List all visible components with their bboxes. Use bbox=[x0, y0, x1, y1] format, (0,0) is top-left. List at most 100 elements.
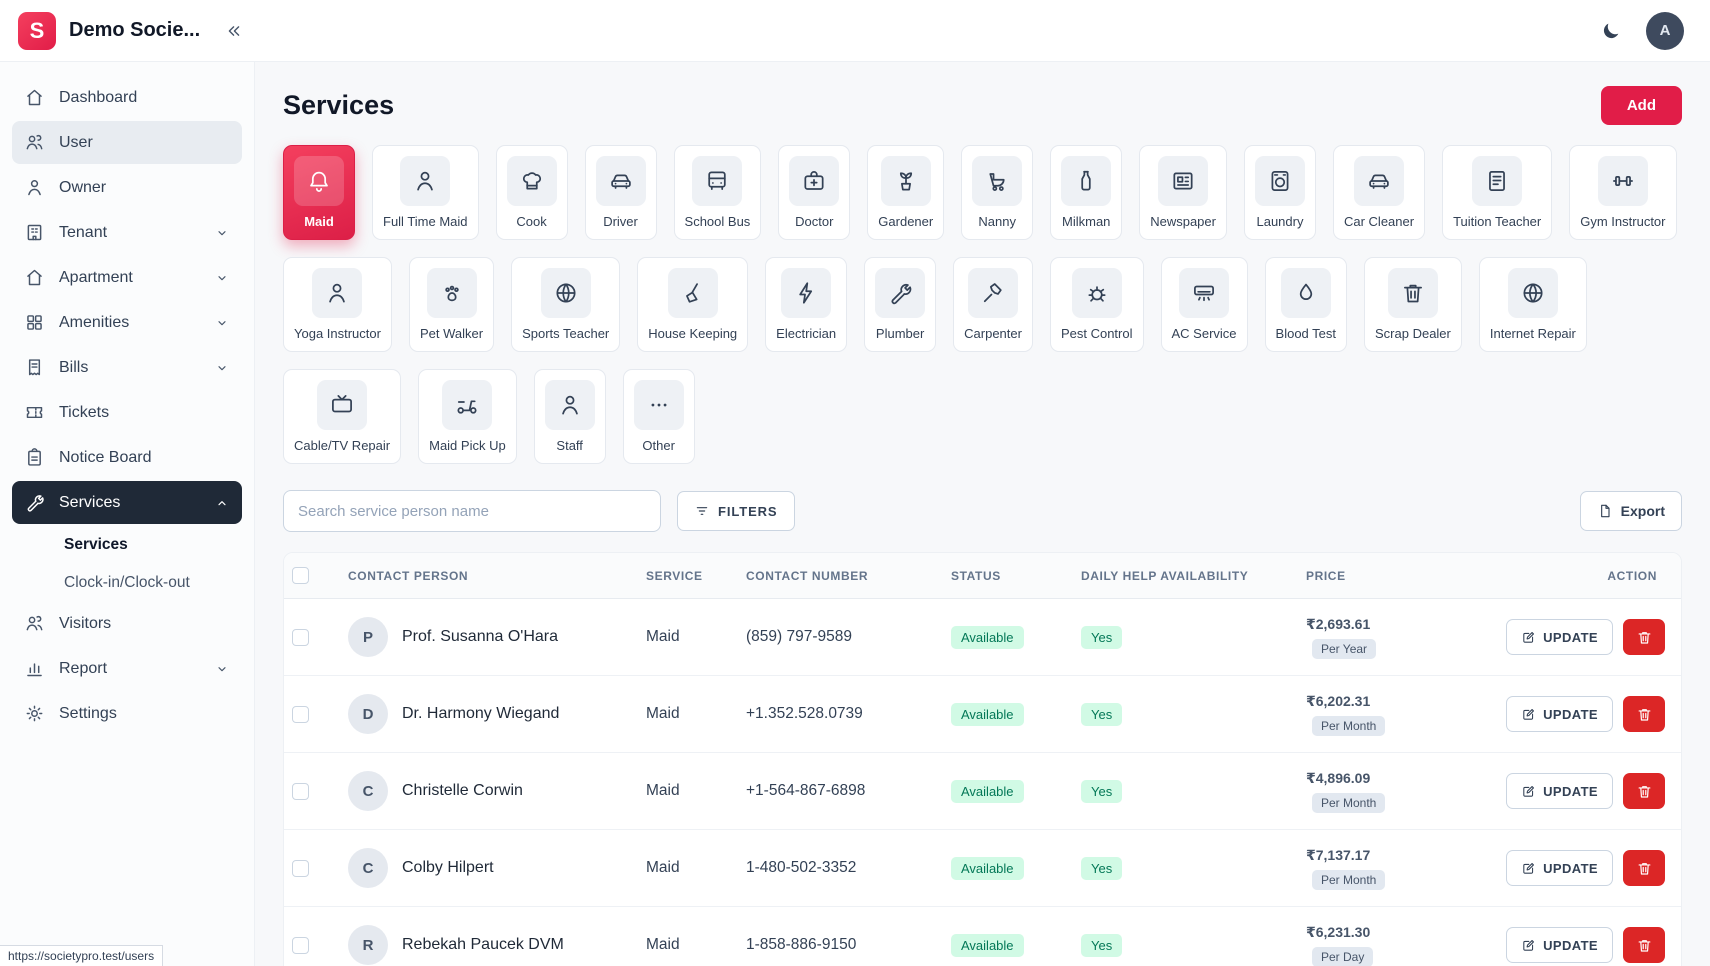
export-button[interactable]: Export bbox=[1579, 491, 1682, 531]
status-cell: Available bbox=[951, 933, 1081, 957]
delete-button[interactable] bbox=[1623, 927, 1665, 963]
category-tile-driver[interactable]: Driver bbox=[584, 145, 657, 240]
delete-button[interactable] bbox=[1623, 696, 1665, 732]
app-logo[interactable]: S bbox=[18, 11, 56, 50]
user-avatar[interactable]: A bbox=[1646, 11, 1684, 50]
category-icon-box bbox=[1597, 156, 1648, 206]
row-checkbox[interactable] bbox=[292, 936, 309, 954]
ticket-icon bbox=[24, 402, 45, 423]
sidebar-item-tenant[interactable]: Tenant bbox=[12, 211, 242, 254]
sidebar-collapse-button[interactable] bbox=[220, 17, 248, 45]
category-tile-yoga-instructor[interactable]: Yoga Instructor bbox=[283, 257, 392, 352]
document-icon bbox=[1484, 168, 1510, 194]
sidebar-subitem-services[interactable]: Services bbox=[12, 526, 242, 564]
update-button[interactable]: UPDATE bbox=[1506, 773, 1613, 809]
sidebar-subitem-clock-in-clock-out[interactable]: Clock-in/Clock-out bbox=[12, 564, 242, 602]
price-cell: ₹2,693.61 Per Year bbox=[1306, 616, 1501, 659]
sidebar-item-label: Owner bbox=[59, 178, 107, 196]
row-checkbox[interactable] bbox=[292, 782, 309, 800]
category-tile-carpenter[interactable]: Carpenter bbox=[953, 257, 1033, 352]
category-tile-maid[interactable]: Maid bbox=[283, 145, 355, 240]
search-input[interactable] bbox=[283, 490, 661, 532]
status-url: https://societypro.test/users bbox=[0, 945, 164, 966]
category-tile-milkman[interactable]: Milkman bbox=[1050, 145, 1123, 240]
sidebar-item-report[interactable]: Report bbox=[12, 647, 242, 690]
add-button[interactable]: Add bbox=[1600, 86, 1682, 125]
droplet-icon bbox=[1293, 280, 1319, 306]
category-tile-other[interactable]: Other bbox=[622, 369, 695, 464]
select-all-checkbox[interactable] bbox=[292, 567, 309, 584]
table-toolbar: FILTERS Export bbox=[283, 490, 1682, 532]
category-tile-doctor[interactable]: Doctor bbox=[778, 145, 851, 240]
status-badge: Available bbox=[951, 933, 1024, 957]
category-tile-blood-test[interactable]: Blood Test bbox=[1264, 257, 1347, 352]
app-logo-letter: S bbox=[29, 17, 45, 43]
update-button[interactable]: UPDATE bbox=[1506, 850, 1613, 886]
sidebar-nav: Dashboard User Owner Tenant Apartment Ameniti… bbox=[12, 76, 242, 735]
daily-help-badge: Yes bbox=[1081, 933, 1123, 957]
person-icon bbox=[324, 280, 350, 306]
sidebar-item-notice-board[interactable]: Notice Board bbox=[12, 436, 242, 479]
category-tile-gardener[interactable]: Gardener bbox=[867, 145, 945, 240]
sidebar-item-dashboard[interactable]: Dashboard bbox=[12, 76, 242, 119]
category-tile-plumber[interactable]: Plumber bbox=[864, 257, 937, 352]
category-tile-house-keeping[interactable]: House Keeping bbox=[637, 257, 749, 352]
sidebar-item-services[interactable]: Services bbox=[12, 481, 242, 524]
category-tile-maid-pick-up[interactable]: Maid Pick Up bbox=[418, 369, 517, 464]
category-tile-electrician[interactable]: Electrician bbox=[765, 257, 848, 352]
sidebar-item-label: Dashboard bbox=[59, 88, 138, 106]
category-tile-scrap-dealer[interactable]: Scrap Dealer bbox=[1364, 257, 1462, 352]
row-checkbox[interactable] bbox=[292, 859, 309, 877]
status-cell: Available bbox=[951, 625, 1081, 649]
sidebar-item-user[interactable]: User bbox=[12, 121, 242, 164]
sidebar-item-tickets[interactable]: Tickets bbox=[12, 391, 242, 434]
category-label: Pet Walker bbox=[419, 326, 484, 341]
category-tile-staff[interactable]: Staff bbox=[533, 369, 606, 464]
update-button[interactable]: UPDATE bbox=[1506, 619, 1613, 655]
delete-button[interactable] bbox=[1623, 619, 1665, 655]
row-checkbox[interactable] bbox=[292, 628, 309, 646]
delete-button[interactable] bbox=[1623, 773, 1665, 809]
category-tile-sports-teacher[interactable]: Sports Teacher bbox=[511, 257, 621, 352]
row-checkbox[interactable] bbox=[292, 705, 309, 723]
category-tile-full-time-maid[interactable]: Full Time Maid bbox=[372, 145, 479, 240]
category-tile-ac-service[interactable]: AC Service bbox=[1160, 257, 1248, 352]
sidebar-item-visitors[interactable]: Visitors bbox=[12, 602, 242, 645]
category-tile-internet-repair[interactable]: Internet Repair bbox=[1478, 257, 1587, 352]
category-tile-gym-instructor[interactable]: Gym Instructor bbox=[1569, 145, 1677, 240]
chevron-down-icon bbox=[214, 315, 230, 331]
sidebar-item-amenities[interactable]: Amenities bbox=[12, 301, 242, 344]
wrench-icon bbox=[24, 492, 45, 513]
category-tile-cook[interactable]: Cook bbox=[495, 145, 568, 240]
category-tile-school-bus[interactable]: School Bus bbox=[673, 145, 762, 240]
sidebar-item-bills[interactable]: Bills bbox=[12, 346, 242, 389]
app-title: Demo Socie... bbox=[69, 19, 201, 41]
price-period-badge: Per Month bbox=[1312, 792, 1386, 813]
daily-help-cell: Yes bbox=[1081, 856, 1306, 880]
category-label: Milkman bbox=[1062, 214, 1111, 229]
category-label: Laundry bbox=[1256, 214, 1304, 229]
category-tile-nanny[interactable]: Nanny bbox=[961, 145, 1034, 240]
services-table: CONTACT PERSON SERVICE CONTACT NUMBER STATU… bbox=[283, 552, 1682, 966]
price-cell: ₹6,231.30 Per Day bbox=[1306, 924, 1501, 966]
category-tile-cable-tv-repair[interactable]: Cable/TV Repair bbox=[283, 369, 402, 464]
update-button[interactable]: UPDATE bbox=[1506, 696, 1613, 732]
category-label: House Keeping bbox=[648, 326, 738, 341]
category-tile-pet-walker[interactable]: Pet Walker bbox=[408, 257, 495, 352]
topbar: S Demo Socie... A bbox=[0, 0, 1710, 62]
filters-button[interactable]: FILTERS bbox=[677, 491, 795, 531]
sidebar-item-apartment[interactable]: Apartment bbox=[12, 256, 242, 299]
delete-button[interactable] bbox=[1623, 850, 1665, 886]
action-cell: UPDATE bbox=[1501, 773, 1673, 809]
category-tile-newspaper[interactable]: Newspaper bbox=[1139, 145, 1227, 240]
sidebar-item-settings[interactable]: Settings bbox=[12, 692, 242, 735]
category-tile-laundry[interactable]: Laundry bbox=[1243, 145, 1316, 240]
category-icon-box bbox=[400, 156, 451, 206]
dark-mode-toggle[interactable] bbox=[1596, 16, 1626, 46]
sidebar-item-owner[interactable]: Owner bbox=[12, 166, 242, 209]
category-tile-tuition-teacher[interactable]: Tuition Teacher bbox=[1442, 145, 1553, 240]
update-button[interactable]: UPDATE bbox=[1506, 927, 1613, 963]
category-tile-pest-control[interactable]: Pest Control bbox=[1049, 257, 1144, 352]
globe-icon bbox=[1520, 280, 1546, 306]
category-tile-car-cleaner[interactable]: Car Cleaner bbox=[1332, 145, 1426, 240]
